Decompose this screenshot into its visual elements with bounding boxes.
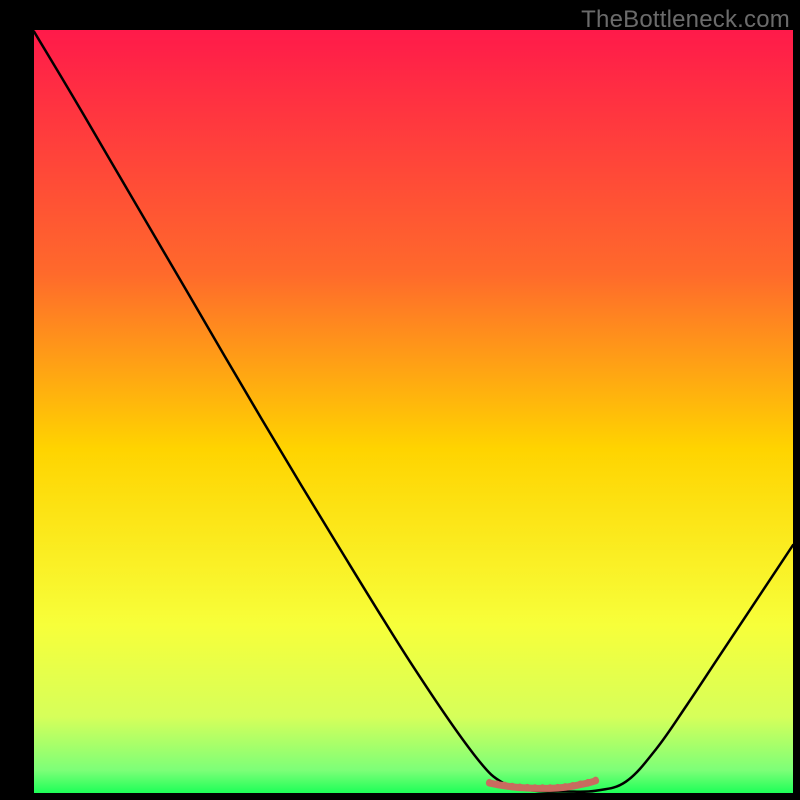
chart-container: TheBottleneck.com <box>0 0 800 800</box>
plot-background <box>34 30 793 793</box>
chart-svg <box>0 0 800 800</box>
watermark-text: TheBottleneck.com <box>581 6 790 34</box>
